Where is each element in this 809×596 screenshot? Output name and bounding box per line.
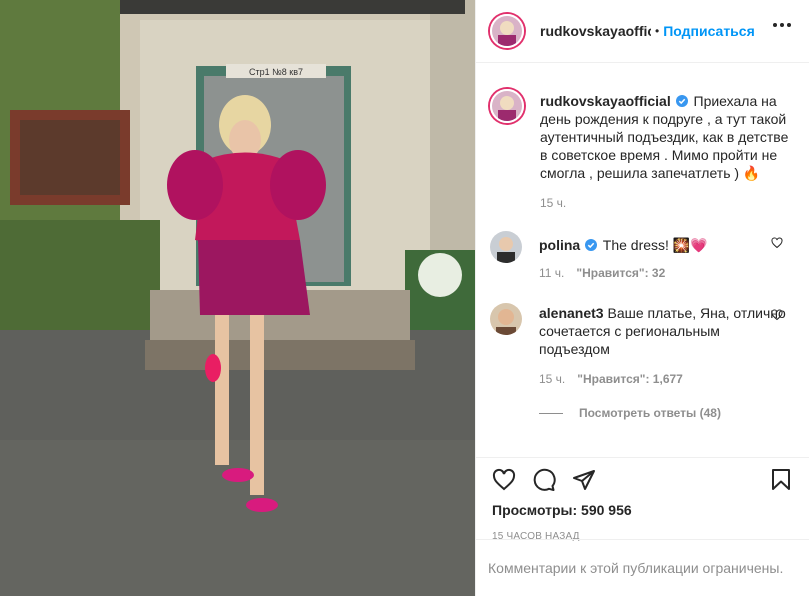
post-image: Стр1 №8 кв7 bbox=[0, 0, 475, 596]
caption-text: rudkovskayaofficial Приехала на день рож… bbox=[540, 92, 790, 182]
heart-icon[interactable] bbox=[771, 309, 783, 321]
caption-meta: 15 ч. bbox=[540, 196, 790, 210]
more-options-icon[interactable] bbox=[773, 23, 791, 27]
comment-username[interactable]: alenanet3 bbox=[539, 305, 604, 321]
door-sign: Стр1 №8 кв7 bbox=[249, 67, 303, 77]
comment-meta: 15 ч. "Нравится": 1,677 bbox=[539, 372, 789, 386]
bookmark-icon[interactable] bbox=[769, 468, 793, 492]
avatar[interactable] bbox=[490, 14, 524, 48]
post-header: rudkovskayaofficial • Подписаться bbox=[476, 0, 809, 63]
heart-icon[interactable] bbox=[492, 468, 516, 492]
view-replies-button[interactable]: Посмотреть ответы (48) bbox=[539, 406, 789, 420]
comment-time[interactable]: 11 ч. bbox=[539, 266, 564, 280]
post-actions: Просмотры: 590 956 15 ЧАСОВ НАЗАД bbox=[476, 457, 809, 542]
comment-time[interactable]: 15 ч. bbox=[539, 372, 565, 386]
comment-row: polina The dress! 🎇💗 11 ч. "Нравится": 3… bbox=[490, 231, 795, 280]
comment-text: alenanet3 Ваше платье, Яна, отлично соче… bbox=[539, 304, 789, 358]
verified-icon bbox=[675, 95, 688, 107]
post-video[interactable]: Стр1 №8 кв7 bbox=[0, 0, 475, 596]
comment-body: The dress! 🎇💗 bbox=[602, 237, 708, 253]
views-count[interactable]: Просмотры: 590 956 bbox=[492, 502, 793, 518]
replies-divider bbox=[539, 412, 563, 414]
verified-icon bbox=[585, 239, 598, 251]
instagram-post: Стр1 №8 кв7 rudkovskayaoffi • Подписатьс… bbox=[0, 0, 809, 596]
avatar[interactable] bbox=[490, 231, 522, 263]
comment-meta: 11 ч. "Нравится": 32 bbox=[539, 266, 789, 280]
caption-row: rudkovskayaofficial Приехала на день рож… bbox=[490, 89, 795, 210]
share-icon[interactable] bbox=[572, 468, 596, 492]
separator-dot: • bbox=[655, 24, 660, 38]
caption-username[interactable]: rudkovskayaofficial bbox=[540, 93, 671, 109]
comment-likes[interactable]: "Нравится": 1,677 bbox=[577, 372, 683, 386]
comment-username[interactable]: polina bbox=[539, 237, 580, 253]
comments-list: rudkovskayaofficial Приехала на день рож… bbox=[476, 64, 809, 457]
caption-time[interactable]: 15 ч. bbox=[540, 196, 566, 210]
heart-icon[interactable] bbox=[771, 237, 783, 249]
header-username[interactable]: rudkovskayaofficial bbox=[540, 23, 651, 39]
comment-text: polina The dress! 🎇💗 bbox=[539, 236, 789, 254]
comments-limited-notice: Комментарии к этой публикации ограничены… bbox=[476, 539, 809, 596]
avatar[interactable] bbox=[490, 303, 522, 335]
comment-icon[interactable] bbox=[532, 468, 556, 492]
comment-row: alenanet3 Ваше платье, Яна, отлично соче… bbox=[490, 303, 795, 420]
action-bar bbox=[492, 458, 793, 500]
view-replies-label[interactable]: Посмотреть ответы (48) bbox=[579, 406, 721, 420]
comment-likes[interactable]: "Нравится": 32 bbox=[576, 266, 665, 280]
post-side-panel: rudkovskayaofficial • Подписаться rudkov… bbox=[475, 0, 809, 596]
follow-button[interactable]: Подписаться bbox=[663, 23, 755, 39]
avatar[interactable] bbox=[490, 89, 524, 123]
